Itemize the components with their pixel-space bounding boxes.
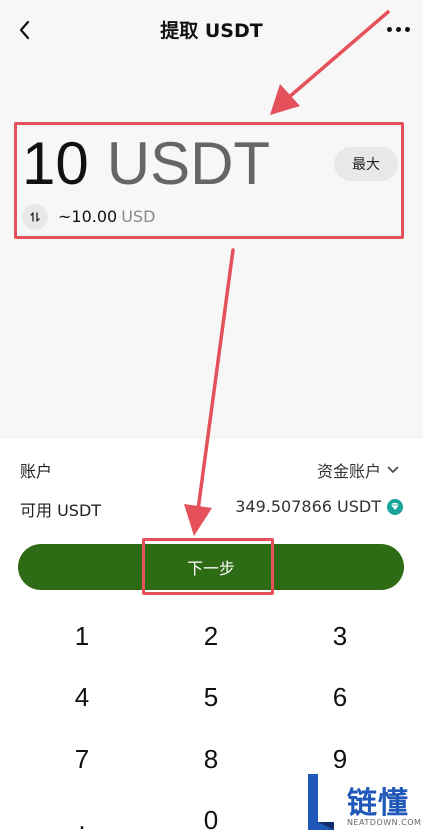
watermark: 链懂 NEATDOWN.COM [300,768,423,839]
more-options-button[interactable] [383,18,413,40]
page-title: 提取 USDT [160,20,263,42]
keypad-key-4[interactable]: 4 [12,667,152,727]
keypad-key-8[interactable]: 8 [141,729,281,789]
more-dot [404,26,410,32]
annotation-highlight-amount [14,122,404,239]
keypad-key-7[interactable]: 7 [12,729,152,789]
account-selector[interactable]: 资金账户 [317,458,399,482]
annotation-highlight-next [142,538,274,595]
chevron-down-icon [387,466,399,473]
keypad-key-3[interactable]: 3 [270,606,410,666]
watermark-domain: NEATDOWN.COM [347,818,422,827]
keypad-key-6[interactable]: 6 [270,667,410,727]
watermark-logo [308,774,334,830]
watermark-name: 链懂 [347,786,409,821]
keypad-key-decimal[interactable]: . [12,790,152,839]
usdt-token-icon [387,498,403,515]
keypad-key-2[interactable]: 2 [141,606,281,666]
available-value: 349.507866 USDT [235,497,381,516]
available-label: 可用 USDT [20,501,102,520]
keypad-key-0[interactable]: 0 [141,790,281,839]
more-dot [395,26,401,32]
available-balance: 349.507866 USDT [235,497,403,516]
account-value: 资金账户 [316,462,381,481]
more-dots-icon [386,26,392,32]
keypad-key-5[interactable]: 5 [141,667,281,727]
account-label: 账户 [20,462,53,481]
keypad-key-1[interactable]: 1 [12,606,152,666]
